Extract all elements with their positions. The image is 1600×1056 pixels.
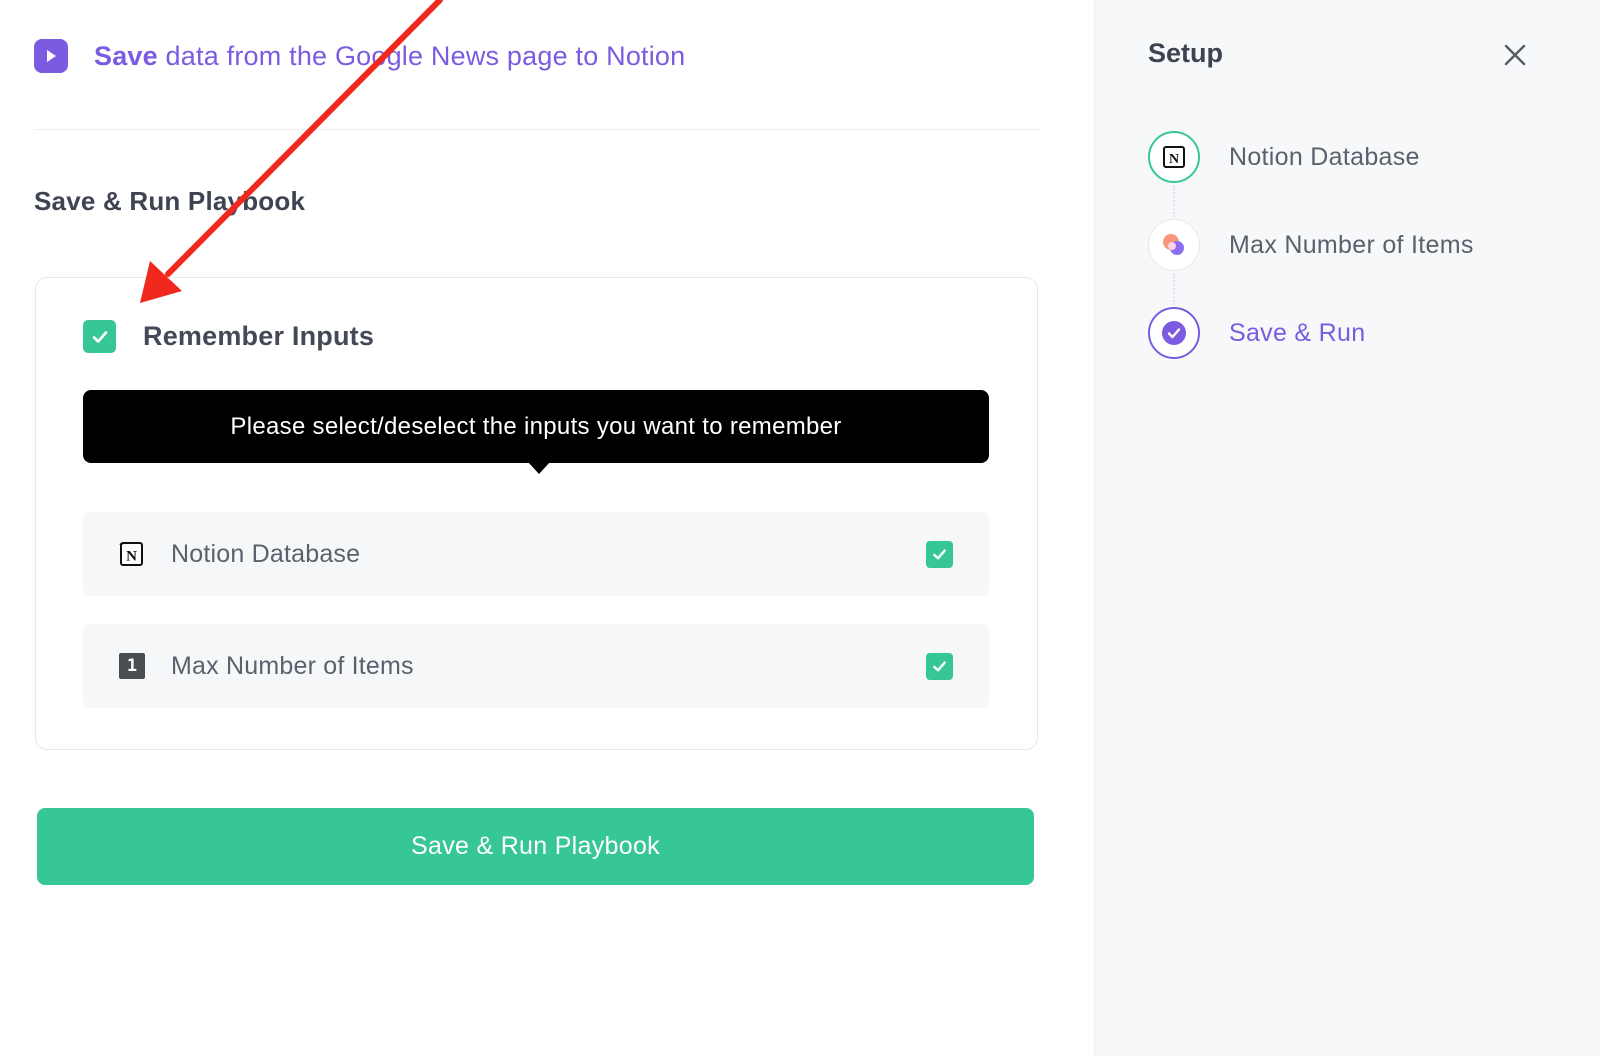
remember-inputs-label: Remember Inputs [143, 321, 375, 351]
setup-sidebar: Setup N Notion Database Max Number of It… [1094, 0, 1600, 1056]
tooltip-pointer [528, 462, 550, 474]
remember-inputs-row[interactable]: Remember Inputs [83, 320, 374, 353]
svg-text:N: N [126, 549, 137, 565]
remember-inputs-checkbox[interactable] [83, 320, 116, 353]
input-row-max-items[interactable]: 1 Max Number of Items [83, 624, 989, 708]
input-row-label: Max Number of Items [171, 651, 414, 680]
input-row-label: Notion Database [171, 539, 361, 568]
number-one-badge: 1 [119, 653, 145, 679]
playbook-header: Save data from the Google News page to N… [34, 36, 685, 76]
input-row-notion-database[interactable]: N Notion Database [83, 512, 989, 596]
number-one-icon: 1 [119, 653, 145, 679]
close-icon[interactable] [1502, 42, 1528, 68]
step-max-number-of-items[interactable]: Max Number of Items [1148, 219, 1474, 271]
input-checkbox[interactable] [926, 652, 953, 680]
notion-icon: N [119, 541, 145, 567]
svg-text:N: N [1169, 152, 1179, 167]
checkmark-icon [92, 330, 107, 343]
step-connector [1173, 185, 1175, 217]
check-circle-icon [1148, 307, 1200, 359]
step-label: Max Number of Items [1229, 230, 1474, 259]
tooltip: Please select/deselect the inputs you wa… [83, 390, 989, 463]
playbook-title-rest: data from the Google News page to Notion [157, 40, 686, 71]
remember-inputs-card: Remember Inputs Please select/deselect t… [35, 277, 1038, 750]
step-save-and-run[interactable]: Save & Run [1148, 307, 1365, 359]
main-panel: Save data from the Google News page to N… [0, 0, 1094, 1056]
playbook-title: Save data from the Google News page to N… [94, 41, 685, 72]
step-connector [1173, 273, 1175, 305]
input-checkbox[interactable] [926, 540, 953, 568]
header-divider [34, 129, 1040, 130]
save-and-run-button[interactable]: Save & Run Playbook [37, 808, 1034, 885]
playbook-title-bold: Save [94, 40, 158, 71]
step-label: Save & Run [1229, 318, 1366, 347]
play-icon [34, 39, 68, 73]
checkmark-icon [933, 660, 946, 672]
checkmark-icon [933, 548, 946, 560]
step-label: Notion Database [1229, 142, 1420, 171]
notion-icon: N [1148, 131, 1200, 183]
step-notion-database[interactable]: N Notion Database [1148, 131, 1420, 183]
section-title: Save & Run Playbook [34, 186, 306, 216]
sidebar-title: Setup [1148, 38, 1224, 68]
colorful-blob-icon [1148, 219, 1200, 271]
